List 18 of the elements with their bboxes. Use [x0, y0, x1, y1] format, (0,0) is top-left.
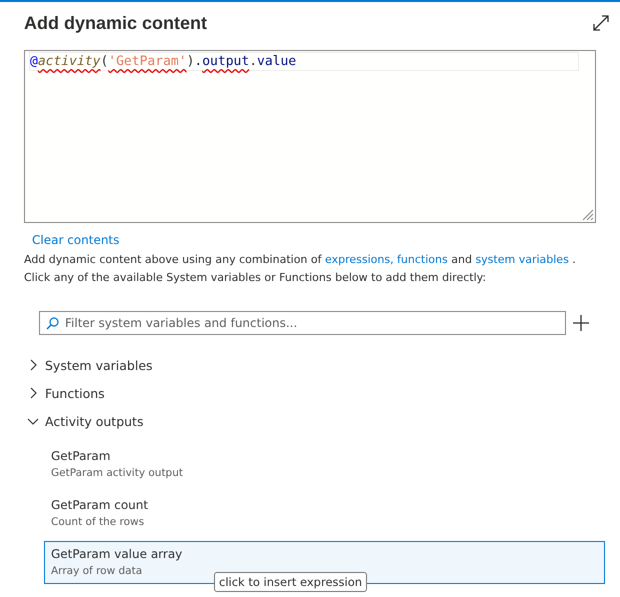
output-item[interactable]: GetParam GetParam activity output [44, 443, 605, 486]
output-item[interactable]: GetParam count Count of the rows [44, 492, 605, 535]
help-link[interactable]: system variables [475, 253, 569, 266]
help-text: Add dynamic content above using any combination of expressions, functions and system variables . [24, 252, 577, 268]
tree-node[interactable]: System variables [27, 351, 620, 379]
tooltip: click to insert expression [214, 572, 368, 592]
clear-contents-link[interactable]: Clear contents [32, 233, 120, 247]
resize-grip-icon[interactable] [580, 207, 594, 221]
tree-node[interactable]: Functions [27, 379, 620, 407]
add-icon[interactable] [572, 314, 590, 332]
help-text: Click any of the available System variables or Functions below to add them directly: [24, 270, 488, 286]
panel-title: Add dynamic content [24, 12, 208, 34]
tree-node[interactable]: Activity outputs [27, 407, 620, 435]
search-icon [46, 317, 59, 330]
filter-field[interactable]: Filter system variables and functions... [39, 311, 566, 335]
help-link[interactable]: expressions, functions [325, 253, 448, 266]
expand-icon[interactable] [592, 14, 610, 32]
expression-editor[interactable]: @activity('GetParam').output.value [24, 50, 596, 223]
